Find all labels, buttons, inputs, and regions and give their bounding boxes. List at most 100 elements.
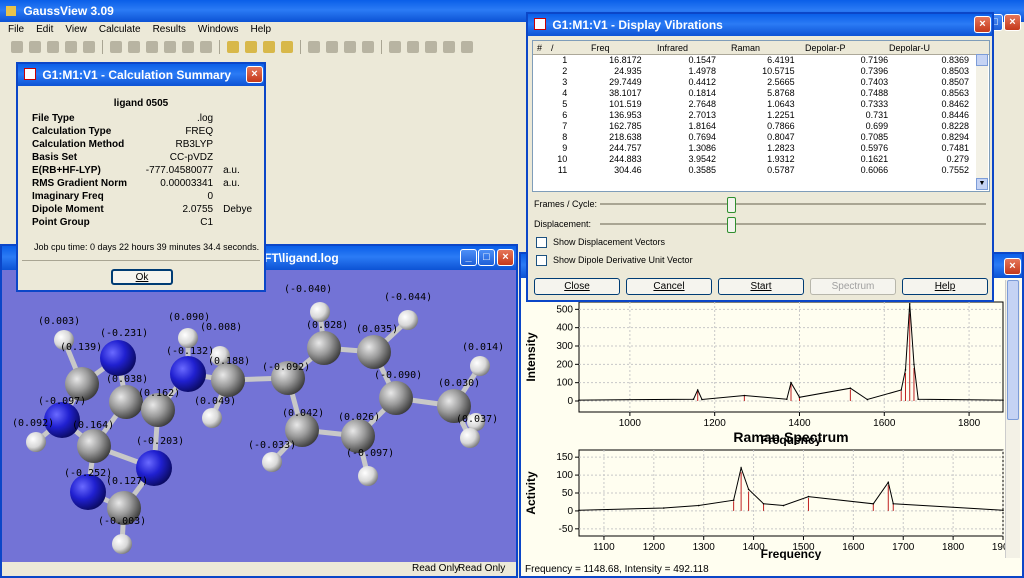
tool-icon[interactable]	[443, 41, 455, 53]
scrollbar-thumb[interactable]	[1007, 280, 1019, 420]
data-point	[908, 303, 911, 305]
menu-edit[interactable]: Edit	[36, 24, 53, 35]
table-row[interactable]: 1 16.8172 0.1547 6.4191 0.7196 0.8369	[533, 55, 973, 66]
charge-label: (0.042)	[282, 408, 325, 419]
scrollbar[interactable]	[1005, 280, 1020, 558]
tool-icon[interactable]	[146, 41, 158, 53]
scrollbar-thumb[interactable]	[976, 54, 988, 66]
table-row[interactable]: 4 38.1017 0.1814 5.8768 0.7488 0.8563	[533, 88, 973, 99]
checkbox-box[interactable]	[536, 255, 547, 267]
tool-icon[interactable]	[200, 41, 212, 53]
table-cell: 1.2251	[767, 110, 795, 120]
tool-icon[interactable]	[29, 41, 41, 53]
charge-label: (0.188)	[208, 356, 251, 367]
close-button[interactable]: Close	[534, 278, 620, 295]
column-header[interactable]: Freq	[591, 43, 610, 53]
table-row[interactable]: 9 244.757 1.3086 1.2823 0.5976 0.7481	[533, 143, 973, 154]
open-folder-icon[interactable]	[227, 41, 239, 53]
column-header[interactable]: /	[551, 43, 554, 53]
ok-button[interactable]: Ok	[111, 269, 173, 285]
show-dipole-checkbox[interactable]: Show Dipole Derivative Unit Vector	[536, 255, 693, 267]
table-row[interactable]: 10 244.883 3.9542 1.9312 0.1621 0.279	[533, 154, 973, 165]
close-icon[interactable]: ×	[246, 66, 263, 83]
spectrum-button[interactable]: Spectrum	[810, 278, 896, 295]
undo-icon[interactable]	[389, 41, 401, 53]
menu-help[interactable]: Help	[251, 24, 272, 35]
table-cell: 8	[562, 132, 568, 142]
charge-label: (0.162)	[138, 388, 181, 399]
table-row[interactable]: 8 218.638 0.7694 0.8047 0.7085 0.8294	[533, 132, 973, 143]
close-icon[interactable]: ×	[974, 16, 991, 33]
start-button[interactable]: Start	[718, 278, 804, 295]
ir-spectrum-chart[interactable]: 1000 1200 1400 1600 18000100200300400500Freq…	[523, 298, 1005, 446]
menu-calculate[interactable]: Calculate	[99, 24, 141, 35]
tool-icon[interactable]	[110, 41, 122, 53]
maximize-icon[interactable]: □	[478, 249, 495, 266]
frames-slider-thumb[interactable]	[727, 197, 737, 213]
show-vectors-checkbox[interactable]: Show Displacement Vectors	[536, 237, 666, 249]
print-icon[interactable]	[263, 41, 275, 53]
table-cell: 7	[562, 121, 568, 131]
summary-title-bar[interactable]: G1:M1:V1 - Calculation Summary ×	[18, 64, 264, 86]
raman-spectrum-chart[interactable]: Raman Spectrum1100 1200 1300 1400 1500 1600 17…	[523, 430, 1005, 560]
tool-icon[interactable]	[182, 41, 194, 53]
table-row[interactable]: 2 24.935 1.4978 10.5715 0.7396 0.8503	[533, 66, 973, 77]
column-header[interactable]: Depolar-P	[805, 43, 846, 53]
data-point	[696, 389, 699, 391]
y-tick-label: 150	[556, 452, 573, 463]
image-icon[interactable]	[281, 41, 293, 53]
close-icon[interactable]: ×	[1004, 258, 1021, 275]
charge-label: (-0.252)	[64, 468, 113, 479]
copy-icon[interactable]	[326, 41, 338, 53]
save-icon[interactable]	[245, 41, 257, 53]
frames-slider[interactable]	[600, 197, 986, 213]
tool-icon[interactable]	[461, 41, 473, 53]
tool-icon[interactable]	[65, 41, 77, 53]
tool-icon[interactable]	[425, 41, 437, 53]
menu-file[interactable]: File	[8, 24, 24, 35]
delete-icon[interactable]	[362, 41, 374, 53]
vibrations-title: G1:M1:V1 - Display Vibrations	[552, 18, 723, 32]
table-row[interactable]: 5 101.519 2.7648 1.0643 0.7333 0.8462	[533, 99, 973, 110]
charge-label: (0.026)	[338, 412, 381, 423]
tool-icon[interactable]	[47, 41, 59, 53]
help-button[interactable]: Help	[902, 278, 988, 295]
app-icon	[6, 6, 16, 16]
tool-icon[interactable]	[11, 41, 23, 53]
menu-results[interactable]: Results	[153, 24, 186, 35]
column-header[interactable]: Depolar-U	[889, 43, 930, 53]
column-header[interactable]: Raman	[731, 43, 760, 53]
close-icon[interactable]: ×	[1004, 14, 1021, 31]
table-row[interactable]: 3 29.7449 0.4412 2.5665 0.7403 0.8507	[533, 77, 973, 88]
checkbox-box[interactable]	[536, 237, 547, 249]
summary-label: Calculation Type	[32, 126, 112, 137]
vibrations-scrollbar[interactable]: ▼	[976, 54, 988, 190]
vibrations-title-bar[interactable]: G1:M1:V1 - Display Vibrations ×	[528, 14, 992, 36]
cut-icon[interactable]	[308, 41, 320, 53]
show-vectors-label: Show Displacement Vectors	[553, 237, 666, 247]
cancel-button[interactable]: Cancel	[626, 278, 712, 295]
close-icon[interactable]: ×	[497, 249, 514, 266]
column-header[interactable]: Infrared	[657, 43, 688, 53]
menu-view[interactable]: View	[65, 24, 87, 35]
molecule-status-bar: Read Only Read Only	[2, 562, 516, 576]
paste-icon[interactable]	[344, 41, 356, 53]
table-row[interactable]: 7 162.785 1.8164 0.7866 0.699 0.8228	[533, 121, 973, 132]
minimize-icon[interactable]: _	[460, 249, 477, 266]
data-point	[1002, 509, 1004, 511]
scroll-down-icon[interactable]: ▼	[976, 178, 988, 190]
table-cell: 24.935	[614, 66, 642, 76]
table-row[interactable]: 6 136.953 2.7013 1.2251 0.731 0.8446	[533, 110, 973, 121]
redo-icon[interactable]	[407, 41, 419, 53]
tool-icon[interactable]	[83, 41, 95, 53]
displacement-slider-thumb[interactable]	[727, 217, 737, 233]
data-point	[892, 502, 895, 505]
tool-icon[interactable]	[164, 41, 176, 53]
displacement-slider[interactable]	[600, 217, 986, 233]
summary-label: Dipole Moment	[32, 204, 104, 215]
table-row[interactable]: 11 304.46 0.3585 0.5787 0.6066 0.7552	[533, 165, 973, 176]
data-point	[692, 398, 695, 400]
menu-windows[interactable]: Windows	[198, 24, 239, 35]
tool-icon[interactable]	[128, 41, 140, 53]
column-header[interactable]: #	[537, 43, 542, 53]
